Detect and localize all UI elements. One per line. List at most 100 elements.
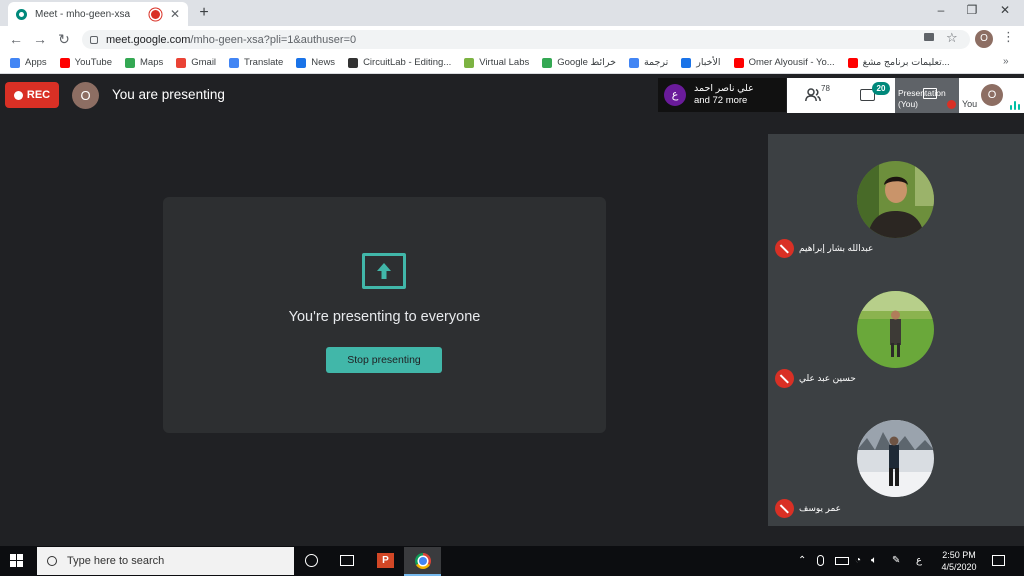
- bookmark-item[interactable]: Google خرائط: [542, 57, 616, 68]
- translate-icon: [229, 57, 240, 68]
- battery-icon[interactable]: [835, 557, 849, 565]
- gmail-icon: [176, 57, 187, 68]
- bookmark-label: Google خرائط: [557, 57, 616, 68]
- wifi-icon[interactable]: ◔: [855, 555, 861, 566]
- presenter-avatar: O: [72, 82, 99, 109]
- bookmark-item[interactable]: ترجمة: [628, 57, 669, 68]
- bookmark-label: ترجمة: [643, 57, 669, 68]
- powerpoint-icon: P: [377, 553, 394, 568]
- bookmark-item[interactable]: Virtual Labs: [464, 57, 529, 68]
- chrome-menu-icon[interactable]: ⋮: [1002, 29, 1015, 45]
- bookmark-label: News: [311, 57, 336, 68]
- participant-names-chip[interactable]: ع علي ناصر احمد and 72 more: [658, 78, 786, 112]
- participant-name-1: عبدالله بشار إبراهيم: [799, 243, 874, 253]
- task-view-icon[interactable]: [340, 555, 354, 566]
- participant-chip-more: and 72 more: [694, 95, 748, 106]
- participant-name-3: عمر يوسف: [799, 503, 842, 513]
- participant-chip-name: علي ناصر احمد: [694, 83, 754, 94]
- bookmark-label: تعليمات برنامج مشغ...: [862, 57, 950, 68]
- chrome-profile-avatar[interactable]: O: [975, 30, 993, 48]
- bookmark-label: Maps: [140, 57, 164, 68]
- maximize-button[interactable]: ❐: [962, 3, 982, 17]
- bookmark-label: Omer Alyousif - Yo...: [748, 57, 835, 68]
- news-icon: [681, 57, 692, 68]
- circuitlab-icon: [348, 57, 359, 68]
- people-count: 78: [821, 84, 830, 93]
- search-icon: [47, 556, 57, 566]
- powerpoint-taskbar-button[interactable]: P: [372, 547, 400, 576]
- forward-arrow-icon[interactable]: →: [31, 30, 49, 48]
- speaking-indicator-icon: [1010, 100, 1022, 110]
- taskbar-clock[interactable]: 2:50 PM 4/5/2020: [932, 549, 986, 573]
- bookmark-item[interactable]: Translate: [229, 57, 283, 68]
- bookmark-label: CircuitLab - Editing...: [363, 57, 452, 68]
- back-arrow-icon[interactable]: ←: [7, 30, 25, 48]
- bookmark-item[interactable]: News: [296, 57, 335, 68]
- url-host: meet.google.com: [106, 33, 191, 46]
- chat-count-badge: 20: [872, 82, 890, 95]
- bookmark-item[interactable]: Maps: [125, 57, 163, 68]
- tab-close-icon[interactable]: ✕: [170, 7, 180, 21]
- bookmark-label: Virtual Labs: [479, 57, 530, 68]
- youtube-icon: [847, 57, 858, 68]
- youtube-icon: [59, 57, 70, 68]
- bookmark-item[interactable]: YouTube: [59, 57, 112, 68]
- windows-start-icon[interactable]: [10, 554, 24, 568]
- clock-date: 4/5/2020: [941, 562, 977, 572]
- bookmark-item[interactable]: Omer Alyousif - Yo...: [733, 57, 835, 68]
- minimize-button[interactable]: –: [931, 3, 951, 17]
- tab-title: Meet - mho-geen-xsa: [35, 8, 131, 20]
- url-path: /mho-geen-xsa?pli=1&authuser=0: [190, 33, 357, 46]
- maps-icon: [125, 57, 135, 68]
- bookmark-item[interactable]: الأخبار: [681, 57, 721, 68]
- rec-label: REC: [26, 89, 51, 101]
- taskbar-search-box[interactable]: Type here to search: [37, 547, 294, 575]
- bookmark-label: YouTube: [74, 57, 112, 68]
- address-bar[interactable]: meet.google.com/mho-geen-xsa?pli=1&authu…: [82, 30, 970, 49]
- action-center-icon[interactable]: [992, 555, 1005, 566]
- bookmark-item[interactable]: CircuitLab - Editing...: [348, 57, 451, 68]
- participant-avatar-2: [857, 291, 934, 368]
- apps-grid-icon: [10, 57, 20, 68]
- reload-icon[interactable]: ↻: [55, 30, 73, 48]
- pen-workspace-icon[interactable]: ✎: [892, 555, 900, 566]
- clock-time: 2:50 PM: [942, 550, 976, 560]
- cortana-icon[interactable]: [305, 554, 318, 567]
- participant-muted-icon-2: [775, 369, 794, 388]
- browser-tab-meet[interactable]: Meet - mho-geen-xsa ✕: [8, 2, 188, 26]
- bookmark-item[interactable]: Apps: [10, 57, 47, 68]
- camera-in-use-icon[interactable]: [924, 33, 934, 41]
- bookmark-item[interactable]: Gmail: [176, 57, 216, 68]
- record-dot-icon: [13, 90, 23, 100]
- present-screen-icon: [923, 88, 937, 99]
- show-hidden-icons-icon[interactable]: ⌃: [798, 555, 806, 566]
- participant-avatar-1: [857, 161, 934, 238]
- maps-icon: [542, 57, 553, 68]
- news-icon: [296, 57, 307, 68]
- microphone-tray-icon[interactable]: [817, 555, 824, 566]
- new-tab-button[interactable]: +: [195, 4, 213, 22]
- presenting-message: You're presenting to everyone: [288, 309, 481, 325]
- people-icon[interactable]: [805, 88, 821, 102]
- you-avatar: O: [981, 84, 1003, 106]
- stop-presenting-button[interactable]: Stop presenting: [326, 347, 442, 373]
- close-window-button[interactable]: ✕: [995, 3, 1015, 17]
- participant-avatar-3: [857, 420, 934, 497]
- bookmark-label: Gmail: [191, 57, 217, 68]
- bookmark-label: Translate: [244, 57, 284, 68]
- bookmark-item[interactable]: تعليمات برنامج مشغ...: [847, 57, 950, 68]
- self-presentation-tile[interactable]: Presentation (You): [895, 78, 959, 113]
- bookmarks-overflow-button[interactable]: »: [1003, 56, 1009, 67]
- bookmark-label: Apps: [25, 57, 47, 68]
- youtube-icon: [733, 57, 744, 68]
- recording-badge: REC: [5, 82, 59, 108]
- participant-chip-avatar: ع: [664, 84, 686, 106]
- participant-muted-icon-3: [775, 499, 794, 518]
- participant-name-2: حسين عبد علي: [799, 373, 856, 383]
- volume-icon[interactable]: 🔈︎: [871, 555, 877, 566]
- bookmark-star-icon[interactable]: ☆: [946, 30, 958, 46]
- input-language-indicator[interactable]: ع: [916, 555, 922, 566]
- chrome-taskbar-button[interactable]: [404, 547, 441, 576]
- muted-mic-icon: [947, 100, 956, 109]
- bookmark-label: الأخبار: [696, 57, 721, 68]
